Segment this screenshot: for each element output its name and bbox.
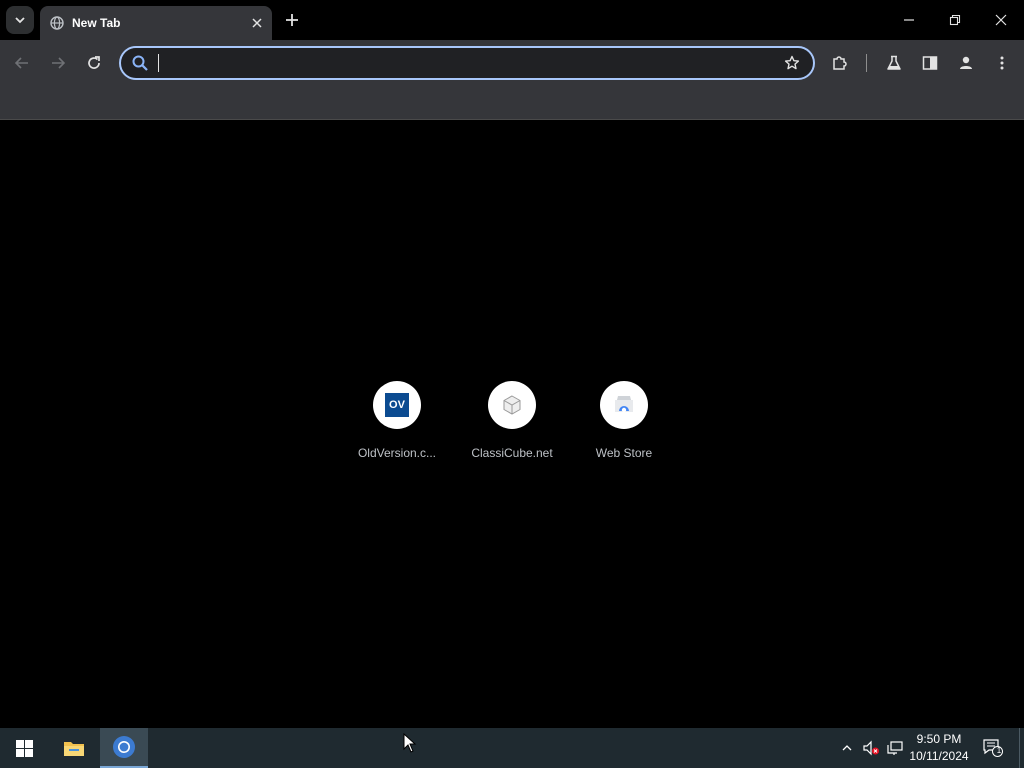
- shortcut-oldversion[interactable]: OV OldVersion.c...: [341, 378, 453, 460]
- person-icon: [960, 56, 972, 69]
- chevron-down-icon: [15, 17, 25, 24]
- tab-search-button[interactable]: [6, 6, 34, 34]
- bookmark-star-icon[interactable]: [777, 55, 807, 71]
- restore-button[interactable]: [932, 0, 978, 40]
- shortcut-label: Web Store: [595, 446, 653, 460]
- minimize-button[interactable]: [886, 0, 932, 40]
- address-input[interactable]: [155, 51, 777, 75]
- profile-button[interactable]: [954, 51, 978, 75]
- volume-muted-icon[interactable]: [861, 738, 881, 758]
- oldversion-logo-icon: OV: [385, 393, 409, 417]
- show-hidden-icons-chevron-icon[interactable]: [837, 738, 857, 758]
- chrome-icon: [113, 736, 135, 758]
- toolbar-separator: [866, 54, 867, 72]
- forward-button[interactable]: [46, 51, 70, 75]
- globe-icon: [50, 16, 64, 30]
- close-icon: [995, 14, 1007, 26]
- arrow-left-icon: [14, 57, 28, 69]
- taskbar-file-explorer[interactable]: [50, 728, 98, 768]
- reload-button[interactable]: [82, 51, 106, 75]
- puzzle-icon: [833, 56, 847, 70]
- taskbar-clock[interactable]: 9:50 PM 10/11/2024: [904, 731, 974, 765]
- restore-icon: [949, 14, 961, 26]
- show-desktop-button[interactable]: [1019, 728, 1020, 768]
- windows-taskbar: 9:50 PM 10/11/2024 1: [0, 728, 1024, 768]
- address-bar[interactable]: [119, 46, 815, 80]
- more-vertical-icon: [1000, 56, 1004, 70]
- shortcut-label: OldVersion.c...: [357, 446, 437, 460]
- notification-count-badge: 1: [996, 746, 1002, 755]
- labs-button[interactable]: [882, 51, 906, 75]
- arrow-right-icon: [52, 57, 66, 69]
- flask-icon: [887, 55, 901, 70]
- shortcut-label: ClassiCube.net: [471, 446, 553, 460]
- cube-icon: [503, 395, 521, 415]
- shortcut-icon-container: OV: [373, 381, 421, 429]
- extensions-button[interactable]: [828, 51, 852, 75]
- web-store-icon: [615, 396, 633, 413]
- network-icon[interactable]: [885, 738, 905, 758]
- windows-logo-icon: [15, 739, 33, 757]
- side-panel-button[interactable]: [918, 51, 942, 75]
- folder-icon: [64, 742, 84, 756]
- side-panel-icon: [922, 56, 938, 70]
- search-icon: [125, 54, 155, 72]
- plus-icon: [286, 14, 298, 26]
- tab-title: New Tab: [72, 16, 121, 30]
- clock-date: 10/11/2024: [909, 749, 969, 763]
- bookmarks-bar: [0, 86, 1024, 120]
- text-caret: [158, 54, 159, 72]
- shortcut-icon-container: [600, 381, 648, 429]
- close-window-button[interactable]: [978, 0, 1024, 40]
- action-center-icon[interactable]: 1: [982, 738, 1004, 758]
- tab-new-tab[interactable]: New Tab: [40, 6, 272, 40]
- mouse-cursor-icon: [403, 733, 417, 753]
- menu-button[interactable]: [990, 51, 1014, 75]
- back-button[interactable]: [10, 51, 34, 75]
- taskbar-chrome[interactable]: [100, 728, 148, 768]
- start-button[interactable]: [0, 728, 48, 768]
- new-tab-button[interactable]: [280, 8, 304, 32]
- shortcut-classicube[interactable]: ClassiCube.net: [456, 378, 568, 460]
- shortcut-web-store[interactable]: Web Store: [568, 378, 680, 460]
- tab-strip: New Tab: [0, 0, 1024, 40]
- shortcut-icon-container: [488, 381, 536, 429]
- minimize-icon: [904, 19, 914, 21]
- close-tab-icon[interactable]: [248, 14, 266, 32]
- reload-icon: [88, 56, 100, 69]
- clock-time: 9:50 PM: [916, 732, 962, 746]
